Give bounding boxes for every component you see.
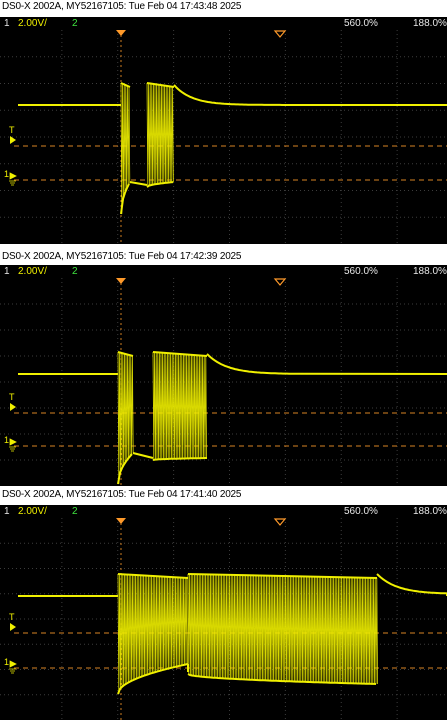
- channel-1-label: 1: [4, 266, 10, 277]
- ground-reference-icon: [9, 660, 17, 674]
- trigger-delay-readout: 188.0%: [413, 266, 447, 277]
- switching-burst: [117, 351, 134, 485]
- recovery-tail: [206, 353, 447, 375]
- channel-1-trace: [18, 351, 447, 485]
- time-per-div-readout: 560.0%: [344, 18, 378, 29]
- scope-capture-1: DS0-X 2002A, MY52167105: Tue Feb 04 17:4…: [0, 0, 447, 244]
- delay-marker-icon: [273, 518, 287, 526]
- channel-1-trace: [18, 82, 447, 215]
- graticule: [0, 30, 447, 244]
- trigger-delay-readout: 188.0%: [413, 18, 447, 29]
- waveform-display: T1: [0, 30, 447, 244]
- time-per-div-readout: 560.0%: [344, 506, 378, 517]
- capture-caption: DS0-X 2002A, MY52167105: Tue Feb 04 17:4…: [0, 250, 447, 263]
- trigger-level-label: T: [9, 125, 15, 135]
- waveform-graph: T1: [0, 518, 447, 720]
- volts-per-div-readout: 2.00V/: [18, 506, 47, 517]
- volts-per-div-readout: 2.00V/: [18, 18, 47, 29]
- delay-marker-icon: [273, 278, 287, 286]
- trigger-delay-readout: 188.0%: [413, 506, 447, 517]
- channel-1-ground-label: 1: [4, 435, 9, 445]
- scope-status-bar: 1 2.00V/ 2 560.0% 188.0%: [0, 265, 447, 278]
- scope-status-bar: 1 2.00V/ 2 560.0% 188.0%: [0, 505, 447, 518]
- graticule: [0, 278, 447, 486]
- trigger-level-arrow-icon: [10, 623, 16, 631]
- switching-burst: [146, 82, 174, 188]
- waveform-display: T1: [0, 518, 447, 720]
- channel-1-label: 1: [4, 18, 10, 29]
- trigger-level-label: T: [9, 612, 15, 622]
- waveform-graph: T1: [0, 30, 447, 244]
- ground-reference-icon: [9, 172, 17, 186]
- switching-burst: [152, 351, 207, 461]
- channel-1-ground-label: 1: [4, 657, 9, 667]
- switching-burst: [187, 573, 378, 685]
- channel-2-label: 2: [72, 506, 78, 517]
- trigger-time-marker-icon: [116, 30, 126, 36]
- trigger-time-marker-icon: [116, 278, 126, 284]
- capture-caption: DS0-X 2002A, MY52167105: Tue Feb 04 17:4…: [0, 488, 447, 501]
- trigger-time-marker-icon: [116, 518, 126, 524]
- time-per-div-readout: 560.0%: [344, 266, 378, 277]
- volts-per-div-readout: 2.00V/: [18, 266, 47, 277]
- channel-1-ground-label: 1: [4, 169, 9, 179]
- channel-1-label: 1: [4, 506, 10, 517]
- capture-caption: DS0-X 2002A, MY52167105: Tue Feb 04 17:4…: [0, 0, 447, 13]
- burst-upper-envelope: [117, 351, 134, 357]
- channel-1-trace: [18, 573, 447, 695]
- channel-2-label: 2: [72, 18, 78, 29]
- channel-2-label: 2: [72, 266, 78, 277]
- scope-status-bar: 1 2.00V/ 2 560.0% 188.0%: [0, 17, 447, 30]
- trigger-level-label: T: [9, 392, 15, 402]
- inter-burst-ramp: [132, 452, 154, 459]
- trigger-level-arrow-icon: [10, 403, 16, 411]
- inter-burst-ramp: [129, 181, 148, 186]
- scope-capture-3: DS0-X 2002A, MY52167105: Tue Feb 04 17:4…: [0, 488, 447, 720]
- waveform-graph: T1: [0, 278, 447, 486]
- waveform-display: T1: [0, 278, 447, 486]
- delay-marker-icon: [273, 30, 287, 38]
- switching-burst: [117, 573, 188, 695]
- recovery-tail: [173, 84, 447, 106]
- ground-reference-icon: [9, 438, 17, 452]
- recovery-tail: [376, 573, 447, 596]
- scope-capture-2: DS0-X 2002A, MY52167105: Tue Feb 04 17:4…: [0, 250, 447, 486]
